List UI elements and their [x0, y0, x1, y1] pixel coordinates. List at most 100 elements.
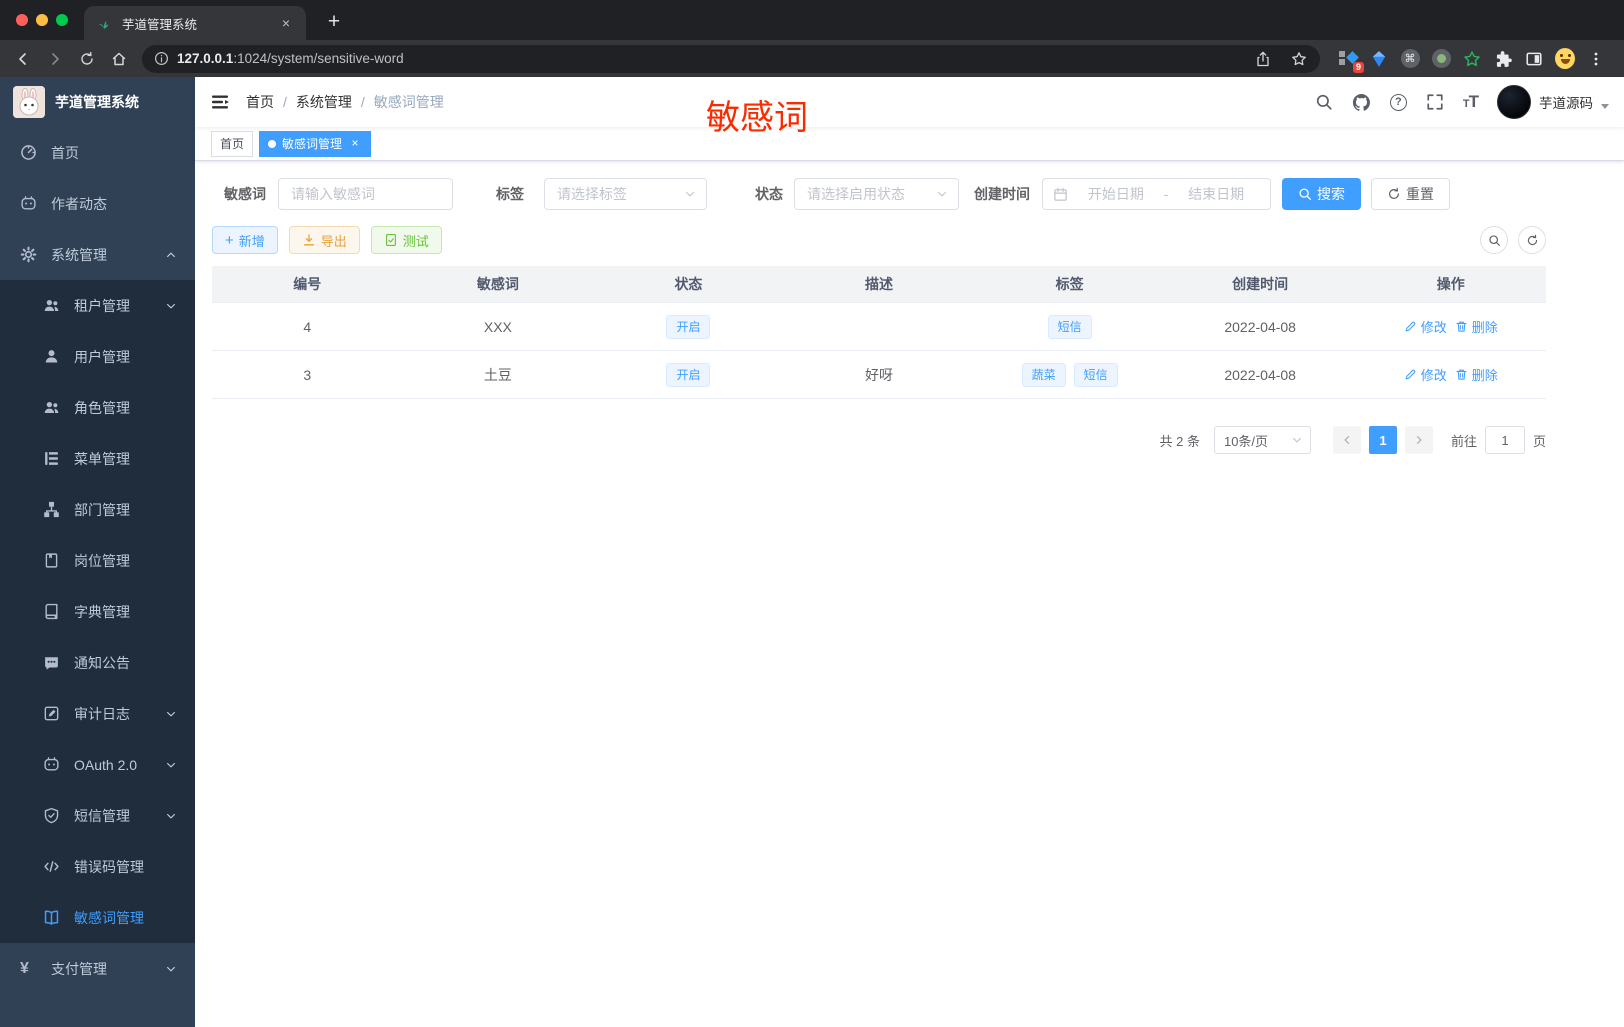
share-icon[interactable] [1248, 45, 1278, 73]
browser-tab[interactable]: 芋道管理系统 × [84, 6, 306, 40]
edit-button[interactable]: 修改 [1404, 365, 1447, 384]
sidebar-item-dept[interactable]: 部门管理 [0, 484, 195, 535]
refresh-table-button[interactable] [1518, 226, 1546, 254]
green-dot-circle-extension-icon[interactable] [1431, 49, 1451, 69]
bookmark-star-icon[interactable] [1284, 45, 1314, 73]
pen-icon [1404, 368, 1417, 381]
zoom-window-button[interactable] [56, 14, 68, 26]
sidebar-item-audit-log[interactable]: 审计日志 [0, 688, 195, 739]
sidebar-item-oauth[interactable]: OAuth 2.0 [0, 739, 195, 790]
navbar-actions: ? TT 芋道源码 [1315, 85, 1609, 119]
collapse-sidebar-icon[interactable] [210, 92, 230, 112]
sidebar-item-notice[interactable]: 通知公告 [0, 637, 195, 688]
goto-page-input[interactable] [1484, 426, 1525, 454]
tag-badge: 短信 [1047, 314, 1092, 339]
minimize-window-button[interactable] [36, 14, 48, 26]
sidebar-item-user[interactable]: 用户管理 [0, 331, 195, 382]
grid-diamond-extension-icon[interactable]: 9 [1338, 49, 1364, 73]
green-star-extension-icon[interactable] [1462, 49, 1482, 69]
sidebar-item-system[interactable]: 系统管理 [0, 229, 195, 280]
tenants-icon [43, 297, 60, 314]
pagination: 共 2 条 10条/页 1 前往 页 [212, 426, 1546, 454]
sidebar-item-dict[interactable]: 字典管理 [0, 586, 195, 637]
chevron-down-icon [684, 188, 696, 200]
oauth-face-icon [43, 756, 60, 773]
plant-favicon-icon [96, 15, 112, 31]
status-select[interactable]: 请选择启用状态 [794, 178, 959, 210]
fullscreen-icon[interactable] [1426, 93, 1444, 111]
reload-icon[interactable] [72, 45, 102, 73]
close-window-button[interactable] [16, 14, 28, 26]
tag-home[interactable]: 首页 [211, 130, 254, 157]
new-tab-button[interactable]: + [320, 10, 348, 34]
sidebar-item-tenant[interactable]: 租户管理 [0, 280, 195, 331]
post-badge-icon [43, 552, 60, 569]
tab-close-icon[interactable]: × [278, 15, 294, 31]
forward-icon[interactable] [40, 45, 70, 73]
dictionary-icon [43, 603, 60, 620]
sidebar-item-sms[interactable]: 短信管理 [0, 790, 195, 841]
user-menu[interactable]: 芋道源码 [1497, 85, 1609, 119]
rabbit-logo-icon [13, 86, 45, 118]
page-size-select[interactable]: 10条/页 [1213, 426, 1311, 454]
sidebar-item-post[interactable]: 岗位管理 [0, 535, 195, 586]
test-button[interactable]: 测试 [370, 226, 442, 254]
page-number-1[interactable]: 1 [1368, 426, 1397, 454]
chevron-down-icon [936, 188, 948, 200]
chevron-down-icon [165, 300, 177, 312]
user-name: 芋道源码 [1539, 96, 1593, 111]
end-date-placeholder[interactable]: 结束日期 [1172, 184, 1260, 204]
window-controls [0, 0, 84, 40]
sensitive-word-table: 编号 敏感词 状态 描述 标签 创建时间 操作 4 XXX 开启 短信 2022… [212, 266, 1546, 399]
sidebar-item-home[interactable]: 首页 [0, 127, 195, 178]
sidebar-logo[interactable]: 芋道管理系统 [0, 77, 195, 127]
page-unit-label: 页 [1532, 433, 1546, 449]
delete-button[interactable]: 删除 [1455, 365, 1498, 384]
keyword-input[interactable] [278, 178, 453, 210]
profile-emoji-avatar[interactable] [1555, 48, 1575, 69]
date-range-picker[interactable]: 开始日期 - 结束日期 [1042, 178, 1271, 210]
add-button[interactable]: + 新增 [212, 226, 278, 254]
search-icon[interactable] [1315, 93, 1333, 111]
sidebar-item-role[interactable]: 角色管理 [0, 382, 195, 433]
browser-tab-title: 芋道管理系统 [122, 17, 198, 32]
page-content: 敏感词 标签 请选择标签 状态 请选择启用状态 创建时间 开始日期 - 结束日 [195, 161, 1624, 1027]
site-info-icon[interactable] [154, 51, 169, 66]
close-icon[interactable]: × [348, 136, 362, 151]
kebab-menu-icon[interactable] [1586, 49, 1606, 69]
breadcrumb-system[interactable]: 系统管理 [296, 92, 352, 112]
sidebar-item-author-news[interactable]: 作者动态 [0, 178, 195, 229]
question-icon[interactable]: ? [1389, 93, 1407, 111]
sidebar-item-sensitive-word[interactable]: 敏感词管理 [0, 892, 195, 943]
avatar [1497, 85, 1531, 119]
status-label: 状态 [755, 186, 783, 202]
tag-select[interactable]: 请选择标签 [544, 178, 707, 210]
audit-log-icon [43, 705, 60, 722]
delete-button[interactable]: 删除 [1455, 317, 1498, 336]
prev-page-button[interactable] [1332, 426, 1361, 454]
back-icon[interactable] [8, 45, 38, 73]
reset-button[interactable]: 重置 [1371, 178, 1450, 210]
puzzle-extensions-icon[interactable] [1493, 49, 1513, 69]
sidebar-item-menu[interactable]: 菜单管理 [0, 433, 195, 484]
search-button[interactable]: 搜索 [1282, 178, 1361, 210]
home-icon[interactable] [104, 45, 134, 73]
url-bar[interactable]: 127.0.0.1:1024/system/sensitive-word [142, 44, 1320, 73]
font-size-icon[interactable]: TT [1463, 92, 1479, 112]
tag-sensitive-word[interactable]: 敏感词管理 × [259, 130, 372, 157]
edit-button[interactable]: 修改 [1404, 317, 1447, 336]
pen-icon [1404, 320, 1417, 333]
table-row: 4 XXX 开启 短信 2022-04-08 修改 删除 [212, 303, 1546, 351]
github-icon[interactable] [1352, 93, 1371, 112]
sidebar-item-error-code[interactable]: 错误码管理 [0, 841, 195, 892]
export-button[interactable]: 导出 [288, 226, 360, 254]
sidebar-item-pay[interactable]: ¥ 支付管理 [0, 943, 195, 994]
start-date-placeholder[interactable]: 开始日期 [1072, 184, 1160, 204]
next-page-button[interactable] [1404, 426, 1433, 454]
keyword-label: 敏感词 [224, 186, 266, 202]
split-square-icon[interactable] [1524, 49, 1544, 69]
blue-gem-extension-icon[interactable] [1369, 49, 1389, 69]
toggle-search-button[interactable] [1480, 226, 1508, 254]
command-circle-extension-icon[interactable]: ⌘ [1400, 49, 1420, 69]
breadcrumb-home[interactable]: 首页 [246, 92, 274, 112]
